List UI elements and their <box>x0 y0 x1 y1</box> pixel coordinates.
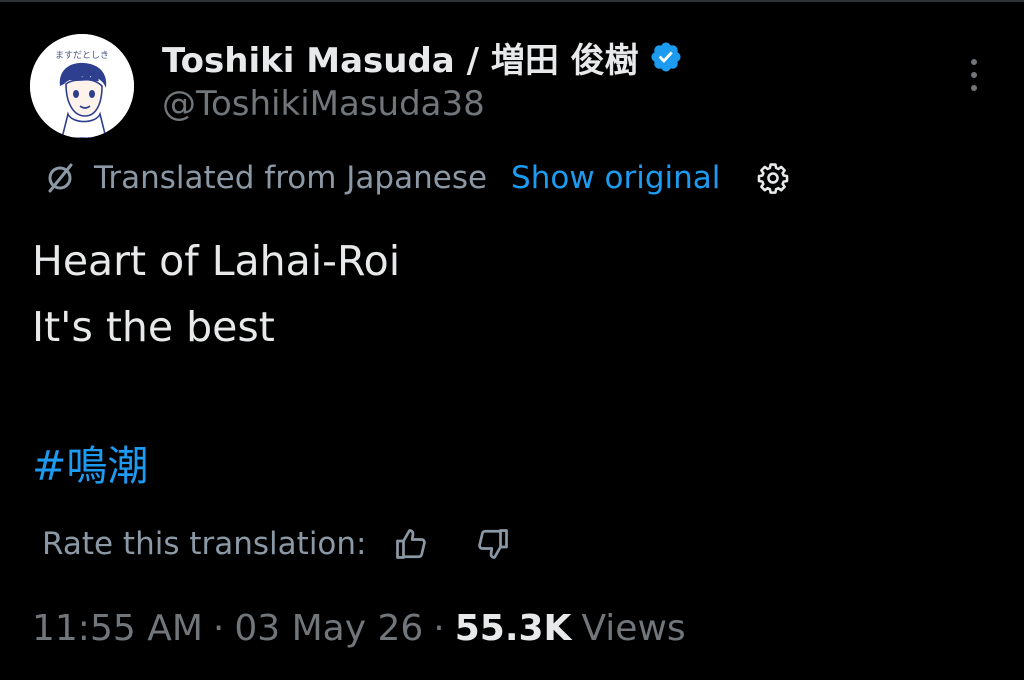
meta-separator: · <box>433 607 445 649</box>
thumbs-up-icon[interactable] <box>393 526 429 562</box>
show-original-link[interactable]: Show original <box>511 160 720 196</box>
rate-translation-row: Rate this translation: <box>42 522 511 566</box>
top-divider <box>0 0 1024 2</box>
tweet-line: It's the best <box>32 303 275 351</box>
more-vertical-icon[interactable] <box>962 56 986 94</box>
translation-bar: Translated from Japanese Show original <box>44 156 790 200</box>
display-name-text[interactable]: Toshiki Masuda / 増田 俊樹 <box>162 33 639 82</box>
avatar-illustration: ますだとしき <box>30 34 134 138</box>
rate-translation-label: Rate this translation: <box>42 526 367 562</box>
tweet-line: Heart of Lahai-Roi <box>32 237 401 285</box>
thumbs-down-icon[interactable] <box>475 526 511 562</box>
translate-slash-icon <box>48 163 73 193</box>
gear-icon[interactable] <box>756 161 790 195</box>
avatar-caption: ますだとしき <box>55 50 109 61</box>
display-name[interactable]: Toshiki Masuda / 増田 俊樹 <box>162 33 683 82</box>
views-count[interactable]: 55.3K <box>455 608 572 649</box>
verified-badge-icon <box>651 42 681 72</box>
tweet-text: Heart of Lahai-Roi It's the best <box>32 228 400 360</box>
tweet-meta: 11:55 AM · 03 May 26 · 55.3K Views <box>32 604 686 652</box>
tweet-time[interactable]: 11:55 AM <box>32 608 203 649</box>
hashtag-link[interactable]: #鳴潮 <box>32 432 148 492</box>
translated-from-label: Translated from Japanese <box>94 160 488 196</box>
tweet-date[interactable]: 03 May 26 <box>234 608 423 649</box>
user-handle[interactable]: @ToshikiMasuda38 <box>162 84 485 124</box>
avatar[interactable]: ますだとしき <box>30 34 134 138</box>
views-label: Views <box>581 607 686 649</box>
meta-separator: · <box>212 607 225 649</box>
